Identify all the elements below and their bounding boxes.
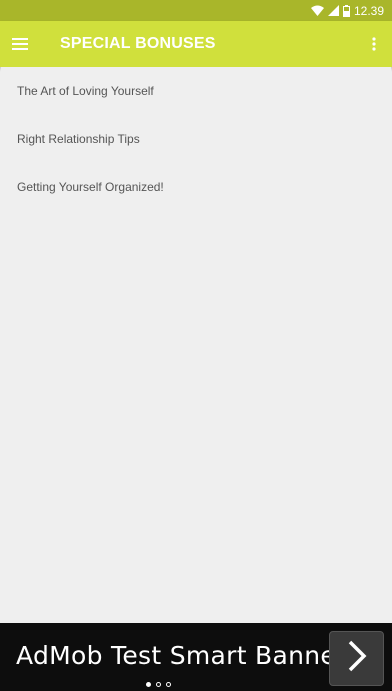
page-title: SPECIAL BONUSES [60,35,216,52]
bonus-list: The Art of Loving Yourself Right Relatio… [1,67,391,623]
list-item-label: Getting Yourself Organized! [17,180,164,194]
list-item[interactable]: The Art of Loving Yourself [1,67,391,115]
status-bar: 12.39 [0,0,392,21]
page-dot [146,682,151,687]
list-item-label: The Art of Loving Yourself [17,84,154,98]
status-time: 12.39 [353,3,384,18]
ad-text: AdMob Test Smart Banner [16,641,347,670]
chevron-right-icon [347,640,367,677]
app-bar: SPECIAL BONUSES [0,21,392,67]
ad-page-indicator [146,682,171,687]
list-item[interactable]: Right Relationship Tips [1,115,391,163]
page-dot [156,682,161,687]
wifi-icon [310,5,324,16]
list-item[interactable]: Getting Yourself Organized! [1,163,391,211]
hamburger-menu-icon[interactable] [0,21,48,67]
ad-banner[interactable]: AdMob Test Smart Banner [0,623,392,691]
list-item-label: Right Relationship Tips [17,132,140,146]
battery-icon [342,4,350,17]
signal-icon [327,5,339,16]
more-vert-icon[interactable] [356,21,392,67]
page-dot [166,682,171,687]
ad-open-button[interactable] [329,631,384,686]
